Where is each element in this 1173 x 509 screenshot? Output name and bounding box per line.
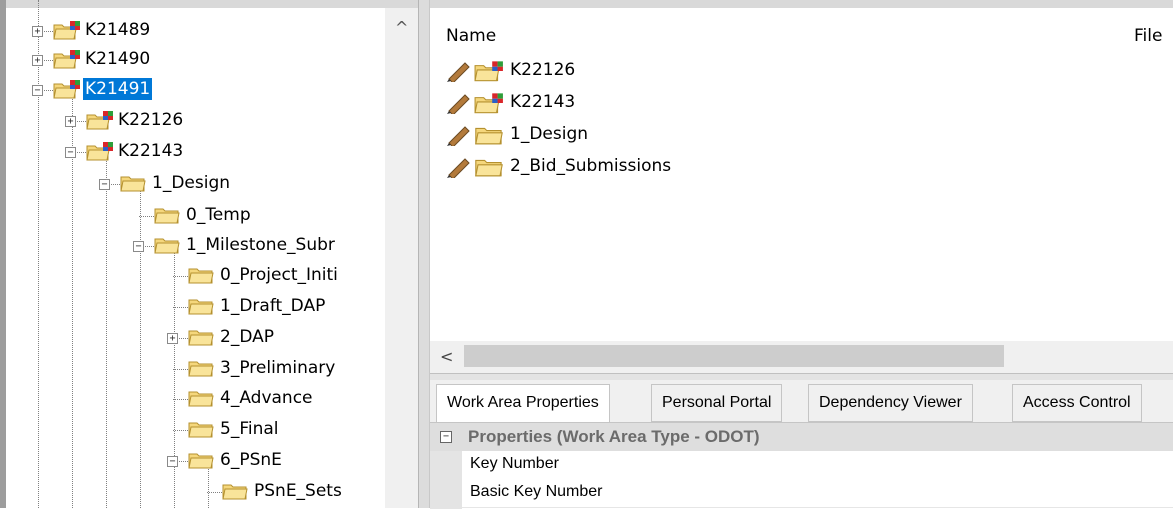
pencil-icon <box>446 124 472 151</box>
pencil-icon <box>446 60 472 87</box>
property-label: Basic Key Number <box>470 483 603 500</box>
list-item-label: 2_Bid_Submissions <box>510 156 672 176</box>
tree-node[interactable]: − K21491 <box>0 76 385 104</box>
property-label: Key Number <box>470 455 559 472</box>
tree-node[interactable]: + K21490 <box>0 46 385 74</box>
tree-node[interactable]: 4_Advance <box>0 385 385 413</box>
expand-icon[interactable]: + <box>32 26 43 37</box>
scrollbar-thumb[interactable] <box>464 345 1004 367</box>
tree-node-label: 4_Advance <box>220 388 313 408</box>
tree-node-label: 1_Milestone_Subr <box>186 235 335 255</box>
collapse-icon[interactable]: − <box>133 241 144 252</box>
expand-icon[interactable]: + <box>167 333 178 344</box>
scroll-up-icon[interactable]: ^ <box>395 20 408 36</box>
horizontal-splitter[interactable] <box>430 373 1173 380</box>
folder-icon <box>188 388 214 413</box>
tree-node-label: K22126 <box>118 110 184 130</box>
tree-vertical-scrollbar[interactable]: ^ <box>385 8 418 508</box>
collapse-icon[interactable]: − <box>167 456 178 467</box>
folder-icon <box>222 481 248 506</box>
work-area-icon <box>53 49 81 74</box>
column-header-name[interactable]: Name <box>446 26 496 46</box>
list-item-label: K22143 <box>510 92 576 112</box>
list-top-border <box>430 0 1173 8</box>
folder-icon <box>474 156 504 183</box>
pencil-icon <box>446 92 472 119</box>
tree-node[interactable]: − 1_Design <box>0 170 385 198</box>
scroll-left-icon[interactable]: < <box>440 347 453 366</box>
tab-access-control[interactable]: Access Control <box>1012 384 1142 422</box>
work-area-icon <box>53 20 81 45</box>
tree-node-label: 0_Temp <box>186 205 251 225</box>
tree-node[interactable]: 5_Final <box>0 416 385 444</box>
tree-node-label: K21490 <box>85 49 151 69</box>
work-area-icon <box>474 92 504 119</box>
list-item[interactable]: K22126 <box>446 56 1046 86</box>
tree-node[interactable]: − 6_PSnE <box>0 447 385 475</box>
folder-icon <box>154 205 180 230</box>
tree-node-label: 5_Final <box>220 419 279 439</box>
folder-icon <box>188 265 214 290</box>
work-area-icon <box>474 60 504 87</box>
folder-icon <box>120 173 146 198</box>
tree-node[interactable]: 0_Project_Initi <box>0 262 385 290</box>
tree-top-border <box>0 0 418 8</box>
list-item[interactable]: 2_Bid_Submissions <box>446 152 1046 182</box>
pane-splitter[interactable] <box>418 0 430 508</box>
document-list[interactable]: Name File K22126 K22143 1_Design 2_Bid_S… <box>430 8 1173 378</box>
tree-node-label: K21491 <box>83 78 153 100</box>
folder-tree[interactable]: + K21489 + K21490− K21491 + K22126− K22143 <box>0 0 418 508</box>
property-category-row[interactable]: − Properties (Work Area Type - ODOT) <box>430 423 1173 451</box>
work-area-icon <box>86 141 114 166</box>
property-grid: − Properties (Work Area Type - ODOT) Key… <box>430 422 1173 509</box>
collapse-icon[interactable]: − <box>65 147 76 158</box>
tab-personal-portal[interactable]: Personal Portal <box>651 384 783 422</box>
tree-node[interactable]: + K22126 <box>0 107 385 135</box>
tree-node[interactable]: − K22143 <box>0 138 385 166</box>
tree-node-label: 3_Preliminary <box>220 358 336 378</box>
tree-node-label: 6_PSnE <box>220 450 282 470</box>
tree-node[interactable]: 1_Draft_DAP <box>0 293 385 321</box>
tab-dependency-viewer[interactable]: Dependency Viewer <box>808 384 973 422</box>
tree-node-label: 0_Project_Initi <box>220 265 338 285</box>
tree-node[interactable]: PSnE_Sets <box>0 478 385 506</box>
folder-icon <box>188 358 214 383</box>
list-item-label: 1_Design <box>510 124 589 144</box>
list-horizontal-scrollbar[interactable]: < <box>430 341 1173 373</box>
folder-icon <box>188 296 214 321</box>
tree-node-label: PSnE_Sets <box>254 481 342 501</box>
collapse-icon[interactable]: − <box>32 85 43 96</box>
list-item[interactable]: 1_Design <box>446 120 1046 150</box>
collapse-icon[interactable]: − <box>99 179 110 190</box>
tree-node[interactable]: − 1_Milestone_Subr <box>0 232 385 260</box>
list-item-label: K22126 <box>510 60 576 80</box>
list-item[interactable]: K22143 <box>446 88 1046 118</box>
folder-icon <box>474 124 504 151</box>
folder-icon <box>188 327 214 352</box>
tree-node-label: K21489 <box>85 20 151 40</box>
tree-node-label: 1_Draft_DAP <box>220 296 326 316</box>
folder-icon <box>188 419 214 444</box>
tab-work-area-properties[interactable]: Work Area Properties <box>436 384 610 424</box>
collapse-icon[interactable]: − <box>440 431 452 443</box>
expand-icon[interactable]: + <box>65 116 76 127</box>
tree-node-label: K22143 <box>118 141 184 161</box>
folder-icon <box>154 235 180 260</box>
pencil-icon <box>446 156 472 183</box>
tree-node[interactable]: + K21489 <box>0 17 385 45</box>
expand-icon[interactable]: + <box>32 55 43 66</box>
tree-node-label: 1_Design <box>152 173 231 193</box>
work-area-icon <box>53 79 81 104</box>
property-category-label: Properties (Work Area Type - ODOT) <box>468 427 760 446</box>
tree-node[interactable]: + 2_DAP <box>0 324 385 352</box>
tree-node[interactable]: 3_Preliminary <box>0 355 385 383</box>
properties-panel: Work Area Properties Personal Portal Dep… <box>430 380 1173 509</box>
tree-node-label: 2_DAP <box>220 327 274 347</box>
column-header-file[interactable]: File <box>1134 26 1162 46</box>
property-row-key-number[interactable]: Key Number <box>462 451 1173 480</box>
property-row-basic-key-number[interactable]: Basic Key Number <box>462 479 1173 508</box>
work-area-icon <box>86 110 114 135</box>
tree-node[interactable]: 0_Temp <box>0 202 385 230</box>
folder-icon <box>188 450 214 475</box>
